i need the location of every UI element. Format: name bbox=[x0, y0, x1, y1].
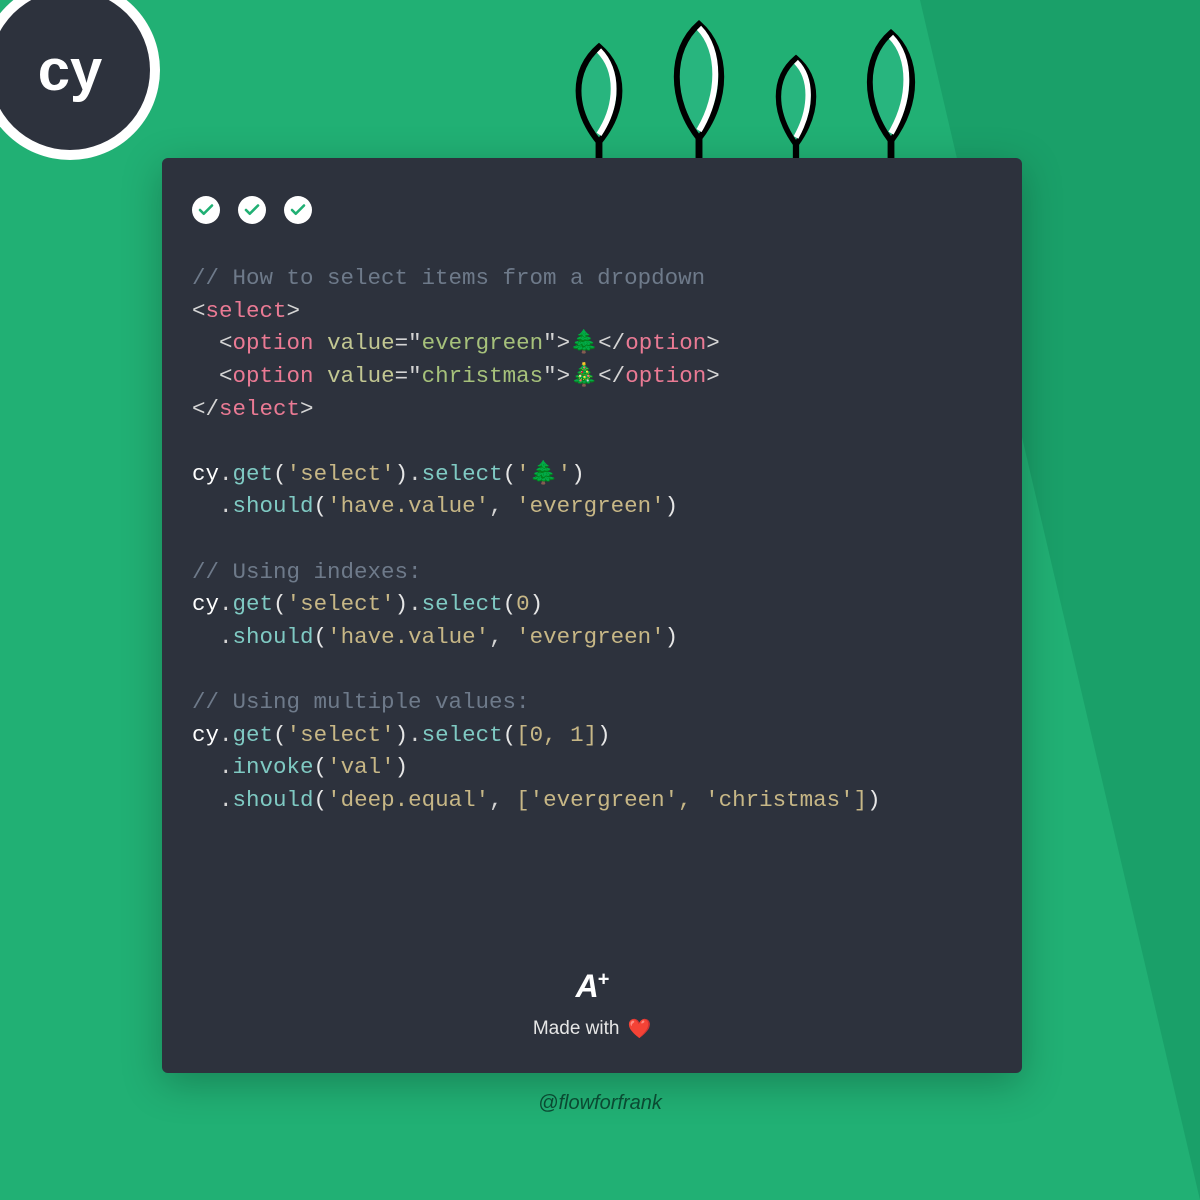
code-card: // How to select items from a dropdown <… bbox=[162, 158, 1022, 1073]
code-comment: // Using indexes: bbox=[192, 559, 422, 585]
made-with-text: Made with bbox=[533, 1018, 620, 1040]
check-icon bbox=[238, 196, 266, 224]
cypress-logo: cy bbox=[0, 0, 160, 160]
test-pass-indicators bbox=[192, 196, 992, 224]
card-footer: A+ Made with ❤️ bbox=[162, 968, 1022, 1041]
code-comment: // How to select items from a dropdown bbox=[192, 265, 705, 291]
heart-icon: ❤️ bbox=[627, 1017, 651, 1041]
tree-decoration bbox=[560, 20, 932, 178]
logo-text: cy bbox=[38, 37, 103, 104]
check-icon bbox=[284, 196, 312, 224]
check-icon bbox=[192, 196, 220, 224]
code-block: // How to select items from a dropdown <… bbox=[192, 262, 992, 817]
aplus-logo: A+ bbox=[576, 968, 609, 1005]
author-handle: @flowforfrank bbox=[0, 1092, 1200, 1115]
code-comment: // Using multiple values: bbox=[192, 689, 530, 715]
cypress-logo-inner: cy bbox=[0, 0, 150, 150]
tree-icon bbox=[656, 20, 742, 178]
made-with: Made with ❤️ bbox=[533, 1017, 651, 1041]
tree-icon bbox=[850, 28, 932, 178]
